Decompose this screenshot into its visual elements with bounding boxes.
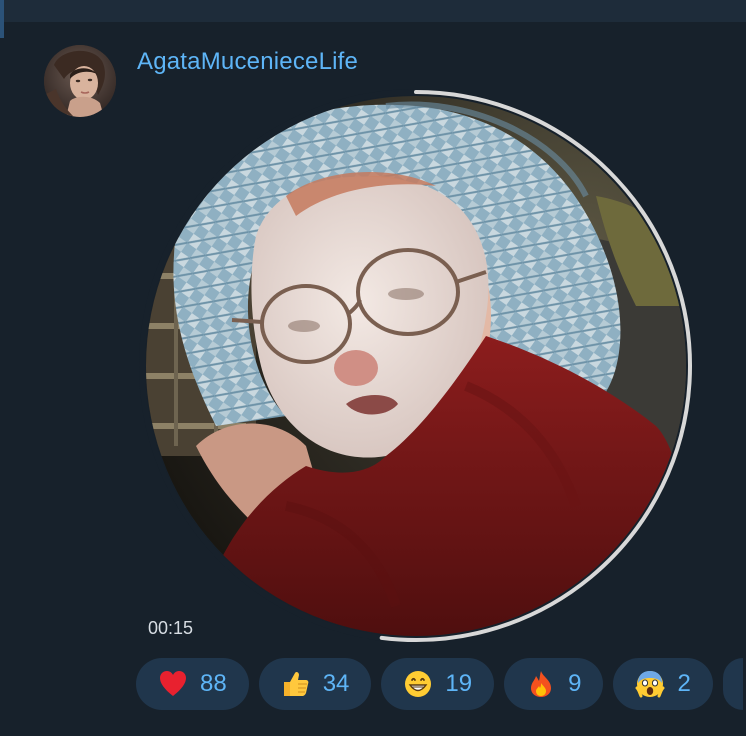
reactions-bar: 88 34 19 9 2 xyxy=(136,658,743,710)
reaction-screaming[interactable]: 2 xyxy=(613,658,713,710)
previous-message-strip xyxy=(0,0,746,22)
reaction-grinning[interactable]: 19 xyxy=(381,658,495,710)
reaction-count: 88 xyxy=(200,670,227,697)
fire-icon xyxy=(526,669,556,699)
reactions-overflow[interactable] xyxy=(722,658,743,710)
chat-window: AgataMucenieceLife 00:15 88 34 19 9 2 xyxy=(0,0,746,736)
reaction-count: 9 xyxy=(568,670,582,697)
reaction-heart[interactable]: 88 xyxy=(136,658,249,710)
reaction-count: 34 xyxy=(322,670,350,697)
round-video-message[interactable] xyxy=(136,86,696,646)
thumbs-up-icon xyxy=(281,669,311,699)
selection-accent xyxy=(0,0,4,38)
grinning-face-icon xyxy=(403,669,433,699)
reaction-thumbs-up[interactable]: 34 xyxy=(258,658,372,710)
reaction-count: 19 xyxy=(445,670,473,697)
reaction-count: 2 xyxy=(677,670,691,697)
video-duration: 00:15 xyxy=(148,618,194,638)
channel-avatar[interactable] xyxy=(44,45,116,117)
reaction-fire[interactable]: 9 xyxy=(504,658,604,710)
channel-name[interactable]: AgataMucenieceLife xyxy=(137,48,358,76)
screaming-face-icon xyxy=(635,669,665,699)
video-frame xyxy=(146,96,686,636)
red-heart-icon xyxy=(158,669,188,699)
